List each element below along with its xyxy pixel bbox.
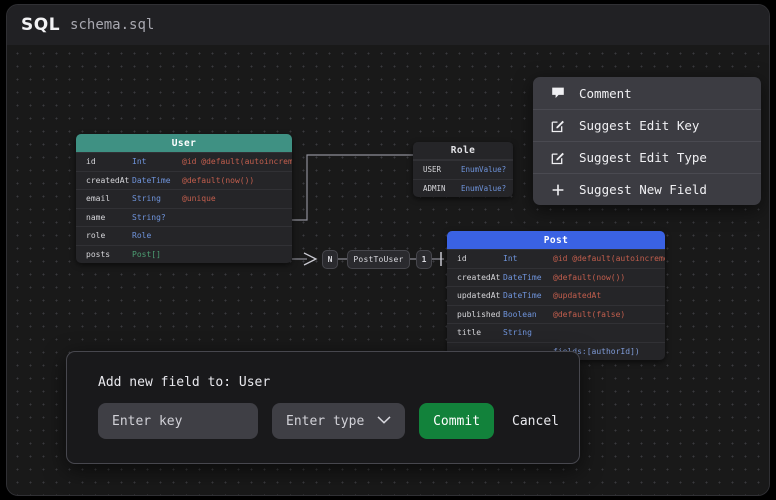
table-row[interactable]: ADMIN EnumValue?	[413, 179, 513, 198]
table-row[interactable]: posts Post[]	[76, 245, 292, 264]
field-type: Int	[132, 157, 182, 166]
table-header-user: User	[76, 134, 292, 152]
diagram-canvas[interactable]: User id Int @id @default(autoincrement()…	[7, 45, 769, 495]
field-type: String?	[132, 213, 182, 222]
plus-icon	[550, 182, 565, 197]
field-key: posts	[86, 250, 132, 259]
relation-cardinality-right[interactable]: 1	[416, 250, 432, 269]
dialog-controls: Enter type Commit Cancel	[98, 403, 559, 439]
menu-item-label: Suggest New Field	[579, 182, 707, 197]
menu-item-label: Suggest Edit Type	[579, 150, 707, 165]
field-type: Role	[132, 231, 182, 240]
table-row[interactable]: createdAt DateTime @default(now())	[447, 268, 665, 287]
field-key: id	[457, 254, 503, 263]
titlebar: SQL schema.sql	[7, 5, 769, 45]
table-row[interactable]: published Boolean @default(false)	[447, 305, 665, 324]
table-row[interactable]: updatedAt DateTime @updatedAt	[447, 286, 665, 305]
table-row[interactable]: createdAt DateTime @default(now())	[76, 171, 292, 190]
field-type: Boolean	[503, 310, 553, 319]
wire-arrowhead	[304, 253, 316, 265]
table-row[interactable]: id Int @id @default(autoincrement())	[447, 249, 665, 268]
field-attr: @id @default(autoincrement())	[182, 157, 292, 166]
field-key: name	[86, 213, 132, 222]
menu-item-suggest-new-field[interactable]: Suggest New Field	[533, 173, 761, 205]
relation-cardinality-left[interactable]: N	[322, 250, 338, 269]
menu-item-label: Suggest Edit Key	[579, 118, 699, 133]
editor-frame: SQL schema.sql User id	[6, 4, 770, 496]
er-table-post[interactable]: Post id Int @id @default(autoincrement()…	[447, 231, 665, 360]
app-title: SQL	[21, 15, 60, 35]
field-type-select-value: Enter type	[286, 414, 364, 429]
field-attr: @unique	[182, 194, 216, 203]
field-type: String	[503, 328, 553, 337]
dialog-title: Add new field to: User	[98, 375, 270, 390]
field-type: Int	[503, 254, 553, 263]
field-type: DateTime	[132, 176, 182, 185]
field-key: role	[86, 231, 132, 240]
menu-item-comment[interactable]: Comment	[533, 77, 761, 109]
table-header-role: Role	[413, 142, 513, 160]
field-key: published	[457, 310, 503, 319]
menu-item-suggest-edit-type[interactable]: Suggest Edit Type	[533, 141, 761, 173]
field-type: Post[]	[132, 250, 182, 259]
relation-name-chip[interactable]: PostToUser	[347, 250, 410, 269]
field-attr: @default(now())	[182, 176, 254, 185]
field-key: title	[457, 328, 503, 337]
table-header-post: Post	[447, 231, 665, 249]
field-key: email	[86, 194, 132, 203]
field-key: createdAt	[457, 273, 503, 282]
table-row[interactable]: role Role	[76, 226, 292, 245]
filename-label: schema.sql	[70, 17, 154, 33]
er-table-role[interactable]: Role USER EnumValue? ADMIN EnumValue?	[413, 142, 513, 197]
field-attr: @id @default(autoincrement())	[553, 254, 665, 263]
add-field-dialog: Add new field to: User Enter type Commit…	[66, 351, 580, 464]
edit-key-icon	[550, 118, 565, 133]
field-type: EnumValue?	[461, 165, 506, 174]
comment-icon	[550, 86, 565, 101]
table-row[interactable]: USER EnumValue?	[413, 160, 513, 179]
edit-type-icon	[550, 150, 565, 165]
context-menu[interactable]: Comment Suggest Edit Key	[533, 77, 761, 205]
wire-user-role	[292, 155, 413, 220]
field-type: String	[132, 194, 182, 203]
er-table-user[interactable]: User id Int @id @default(autoincrement()…	[76, 134, 292, 263]
app-window: SQL schema.sql User id	[0, 0, 776, 500]
field-attr: @default(false)	[553, 310, 625, 319]
field-attr: @default(now())	[553, 273, 625, 282]
field-type: EnumValue?	[461, 184, 506, 193]
commit-button[interactable]: Commit	[419, 403, 494, 439]
table-row[interactable]: id Int @id @default(autoincrement())	[76, 152, 292, 171]
table-row[interactable]: email String @unique	[76, 189, 292, 208]
field-key: createdAt	[86, 176, 132, 185]
field-key: id	[86, 157, 132, 166]
field-key-input[interactable]	[98, 403, 258, 439]
menu-item-suggest-edit-key[interactable]: Suggest Edit Key	[533, 109, 761, 141]
field-type-select[interactable]: Enter type	[272, 403, 405, 439]
field-attr: @updatedAt	[553, 291, 601, 300]
field-key: updatedAt	[457, 291, 503, 300]
menu-item-label: Comment	[579, 86, 632, 101]
table-row[interactable]: title String	[447, 323, 665, 342]
field-key: ADMIN	[423, 184, 461, 193]
field-type: DateTime	[503, 291, 553, 300]
chevron-down-icon	[377, 414, 391, 429]
cancel-button[interactable]: Cancel	[512, 414, 559, 429]
field-type: DateTime	[503, 273, 553, 282]
table-row[interactable]: name String?	[76, 208, 292, 227]
field-key: USER	[423, 165, 461, 174]
